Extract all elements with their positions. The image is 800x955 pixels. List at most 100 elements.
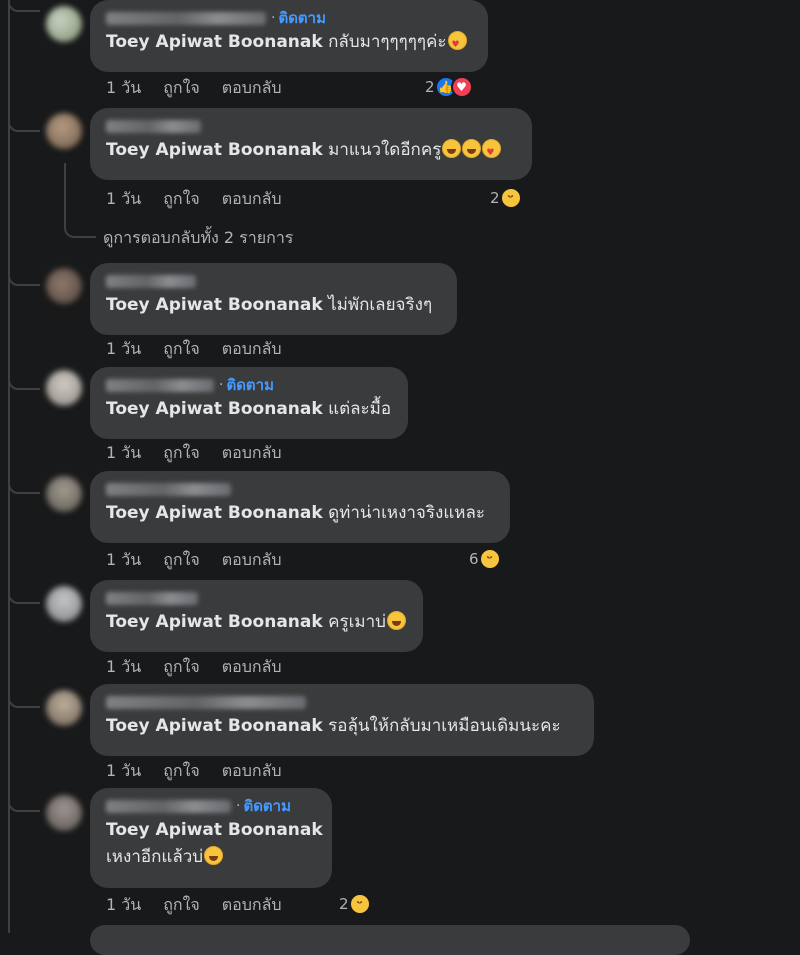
reaction-count: 2 xyxy=(490,189,500,207)
reaction-count: 2 xyxy=(425,78,435,96)
reply-button[interactable]: ตอบกลับ xyxy=(222,759,282,784)
like-button[interactable]: ถูกใจ xyxy=(163,337,200,362)
comment-bubble: Toey Apiwat Boonanak ดูท่าน่าเหงาจริงแหล… xyxy=(90,471,510,543)
love-reaction-icon: ♥ xyxy=(450,76,473,98)
like-button[interactable]: ถูกใจ xyxy=(163,759,200,784)
avatar[interactable] xyxy=(46,113,82,149)
avatar[interactable] xyxy=(46,6,82,42)
mention-link[interactable]: Toey Apiwat Boonanak xyxy=(106,140,323,160)
comment-bubble: Toey Apiwat Boonanak รอลุ้นให้กลับมาเหมื… xyxy=(90,684,594,756)
haha-reaction-icon: ᵕ xyxy=(499,187,522,209)
reply-button[interactable]: ตอบกลับ xyxy=(222,655,282,680)
author-name-blurred[interactable] xyxy=(106,482,231,496)
thread-branch xyxy=(8,0,40,12)
comment-bubble: · ติดตาม Toey Apiwat Boonanak แต่ละมื้อ xyxy=(90,367,408,439)
like-button[interactable]: ถูกใจ xyxy=(163,893,200,918)
reply-button[interactable]: ตอบกลับ xyxy=(222,187,282,212)
comment-text: กลับมาๆๆๆๆๆค่ะ xyxy=(328,32,447,52)
comment-text: ครูเมาบ่ xyxy=(328,612,386,632)
thread-branch xyxy=(8,476,40,494)
author-name-blurred[interactable] xyxy=(106,695,306,709)
reply-button[interactable]: ตอบกลับ xyxy=(222,548,282,573)
avatar[interactable] xyxy=(46,476,82,512)
author-name-blurred[interactable] xyxy=(106,274,196,288)
timestamp[interactable]: 1 วัน xyxy=(106,76,141,101)
timestamp[interactable]: 1 วัน xyxy=(106,441,141,466)
comment-actions: 1 วัน ถูกใจ ตอบกลับ xyxy=(106,77,304,99)
timestamp[interactable]: 1 วัน xyxy=(106,655,141,680)
mention-link[interactable]: Toey Apiwat Boonanak xyxy=(106,32,323,52)
avatar[interactable] xyxy=(46,795,82,831)
timestamp[interactable]: 1 วัน xyxy=(106,759,141,784)
follow-button[interactable]: ติดตาม xyxy=(226,373,274,397)
timestamp[interactable]: 1 วัน xyxy=(106,337,141,362)
comment-text: ดูท่าน่าเหงาจริงแหละ xyxy=(328,503,486,523)
like-button[interactable]: ถูกใจ xyxy=(163,76,200,101)
thread-branch xyxy=(8,690,40,708)
reply-button[interactable]: ตอบกลับ xyxy=(222,76,282,101)
like-button[interactable]: ถูกใจ xyxy=(163,548,200,573)
reply-button[interactable]: ตอบกลับ xyxy=(222,337,282,362)
comment-actions: 1 วัน ถูกใจ ตอบกลับ xyxy=(106,338,304,360)
mention-link[interactable]: Toey Apiwat Boonanak xyxy=(106,820,323,840)
reply-button[interactable]: ตอบกลับ xyxy=(222,441,282,466)
thread-branch xyxy=(8,372,40,390)
follow-button[interactable]: ติดตาม xyxy=(243,794,291,818)
rofl-icon xyxy=(442,139,462,158)
like-button[interactable]: ถูกใจ xyxy=(163,187,200,212)
follow-button[interactable]: ติดตาม xyxy=(278,6,326,30)
reaction-summary[interactable]: 2 👍 ♥ xyxy=(425,76,473,98)
mention-link[interactable]: Toey Apiwat Boonanak xyxy=(106,716,323,736)
separator-dot: · xyxy=(219,377,224,393)
comment-bubble: Toey Apiwat Boonanak มาแนวใดอีกครู xyxy=(90,108,532,180)
separator-dot: · xyxy=(236,798,241,814)
reaction-summary[interactable]: 2 ᵕ xyxy=(490,187,522,209)
thread-branch xyxy=(8,268,40,286)
reaction-summary[interactable]: 2 ᵕ xyxy=(339,893,371,915)
grinning-face-icon xyxy=(462,139,482,158)
reply-button[interactable]: ตอบกลับ xyxy=(222,893,282,918)
avatar[interactable] xyxy=(46,370,82,406)
view-replies-link[interactable]: ดูการตอบกลับทั้ง 2 รายการ xyxy=(103,226,293,251)
heart-eyes-icon xyxy=(482,139,502,165)
comment-bubble: Toey Apiwat Boonanak ไม่พักเลยจริงๆ xyxy=(90,263,457,335)
mention-link[interactable]: Toey Apiwat Boonanak xyxy=(106,612,323,632)
haha-reaction-icon: ᵕ xyxy=(478,548,501,570)
comment-text: แต่ละมื้อ xyxy=(328,399,392,419)
timestamp[interactable]: 1 วัน xyxy=(106,548,141,573)
comment-actions: 1 วัน ถูกใจ ตอบกลับ xyxy=(106,188,304,210)
smiling-face-with-hearts-icon xyxy=(447,31,467,57)
comment-text: ไม่พักเลยจริงๆ xyxy=(328,295,433,315)
author-name-blurred[interactable] xyxy=(106,799,231,813)
comment-bubble: · ติดตาม Toey Apiwat Boonanak กลับมาๆๆๆๆ… xyxy=(90,0,488,72)
mention-link[interactable]: Toey Apiwat Boonanak xyxy=(106,295,323,315)
reaction-summary[interactable]: 6 ᵕ xyxy=(469,548,501,570)
avatar[interactable] xyxy=(46,586,82,622)
avatar[interactable] xyxy=(46,268,82,304)
timestamp[interactable]: 1 วัน xyxy=(106,187,141,212)
mention-link[interactable]: Toey Apiwat Boonanak xyxy=(106,503,323,523)
timestamp[interactable]: 1 วัน xyxy=(106,893,141,918)
avatar[interactable] xyxy=(46,690,82,726)
like-button[interactable]: ถูกใจ xyxy=(163,655,200,680)
author-name-blurred[interactable] xyxy=(106,11,266,25)
like-button[interactable]: ถูกใจ xyxy=(163,441,200,466)
rofl-icon xyxy=(386,611,406,630)
comment-bubble: · ติดตาม Toey Apiwat Boonanak เหงาอีกแล้… xyxy=(90,788,332,888)
comment-text: เหงาอีกแล้วบ่ xyxy=(106,847,204,867)
author-name-blurred[interactable] xyxy=(106,378,214,392)
comment-bubble-partial xyxy=(90,925,690,955)
separator-dot: · xyxy=(271,10,276,26)
author-name-blurred[interactable] xyxy=(106,591,198,605)
comment-text: มาแนวใดอีกครู xyxy=(328,140,442,160)
thread-branch xyxy=(8,586,40,604)
replies-branch xyxy=(64,163,96,238)
comment-actions: 1 วัน ถูกใจ ตอบกลับ xyxy=(106,656,304,678)
comment-actions: 1 วัน ถูกใจ ตอบกลับ xyxy=(106,760,304,782)
mention-link[interactable]: Toey Apiwat Boonanak xyxy=(106,399,323,419)
comment-text: รอลุ้นให้กลับมาเหมือนเดิมนะคะ xyxy=(328,716,561,736)
comment-bubble: Toey Apiwat Boonanak ครูเมาบ่ xyxy=(90,580,423,652)
author-name-blurred[interactable] xyxy=(106,119,201,133)
reaction-count: 2 xyxy=(339,895,349,913)
comment-actions: 1 วัน ถูกใจ ตอบกลับ xyxy=(106,549,304,571)
